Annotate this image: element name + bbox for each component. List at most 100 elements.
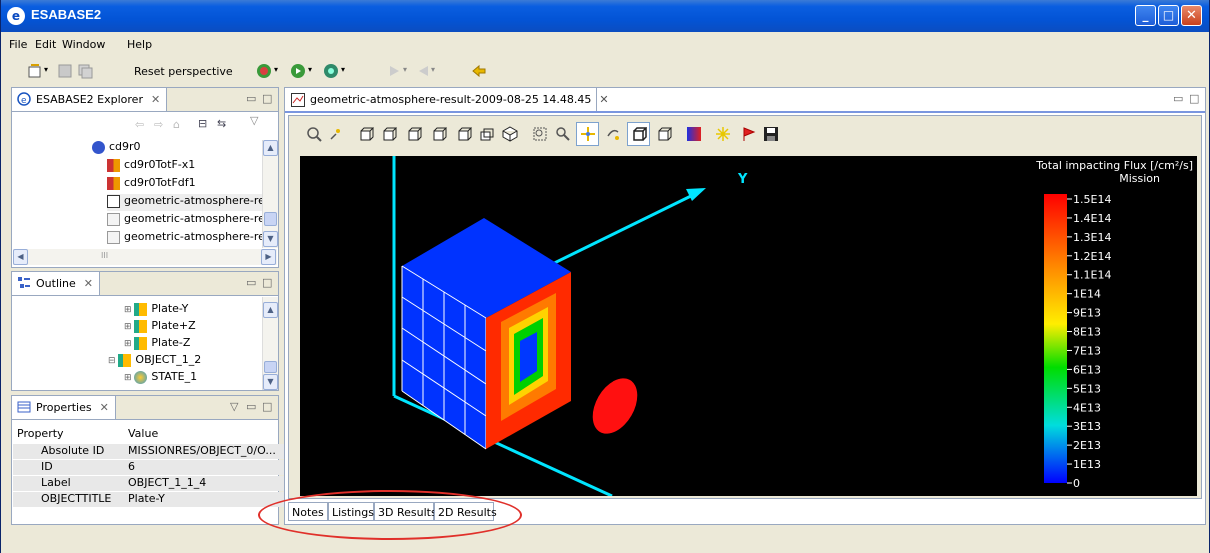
zoom-box-icon[interactable]: [555, 126, 571, 142]
explorer-tab[interactable]: e ESABASE2 Explorer ✕: [12, 88, 168, 112]
view-menu-icon[interactable]: ▽: [250, 114, 258, 127]
outline-tab[interactable]: Outline ✕: [12, 272, 101, 296]
editor-close-icon[interactable]: ✕: [599, 93, 608, 106]
view-iso-icon[interactable]: [502, 126, 518, 142]
outline-close-icon[interactable]: ✕: [84, 277, 93, 290]
link-editor-icon[interactable]: ⇆: [217, 117, 226, 130]
chart-file-icon: [107, 194, 120, 208]
tree-item[interactable]: cd9r0: [92, 140, 141, 157]
scroll-down-icon[interactable]: ▼: [263, 231, 278, 247]
flag-icon[interactable]: [741, 126, 757, 142]
save-all-icon[interactable]: [77, 63, 93, 79]
outline-item[interactable]: ⊞ STATE_1: [124, 370, 197, 387]
3d-canvas[interactable]: Y Total impacting Flux [/cm²/s] Mission …: [300, 156, 1197, 496]
expand-icon[interactable]: ⊞: [124, 305, 134, 315]
properties-tab[interactable]: Properties ✕: [12, 396, 116, 420]
scroll-right-icon[interactable]: ▶: [261, 249, 276, 265]
maximize-button[interactable]: □: [1158, 5, 1179, 26]
editor-tab[interactable]: geometric-atmosphere-result-2009-08-25 1…: [285, 88, 609, 111]
wireframe-button-active[interactable]: [627, 122, 650, 146]
menu-help[interactable]: Help: [127, 38, 152, 51]
next-annotation-icon[interactable]: [415, 63, 431, 79]
tree-item-selected[interactable]: geometric-atmosphere-resu: [107, 194, 278, 211]
outline-item[interactable]: ⊞ Plate+Z: [124, 319, 196, 336]
view-bottom-icon[interactable]: [479, 126, 495, 142]
back-icon[interactable]: ⇦: [135, 118, 144, 131]
scroll-thumb[interactable]: [264, 212, 277, 226]
forward-icon[interactable]: ⇨: [154, 118, 163, 131]
home-icon[interactable]: ⌂: [173, 118, 180, 131]
property-row[interactable]: OBJECTTITLE Plate-Y: [13, 492, 289, 507]
pan-button-active[interactable]: [576, 122, 599, 146]
run-icon[interactable]: [256, 63, 272, 79]
solid-icon[interactable]: [656, 126, 672, 142]
outline-item[interactable]: ⊞ Plate-Z: [124, 336, 190, 353]
tree-item[interactable]: geometric-atmosphere-resu: [107, 212, 278, 229]
column-header-property[interactable]: Property: [17, 427, 64, 440]
tree-item[interactable]: cd9r0TotFdf1: [107, 176, 196, 193]
editor-maximize-icon[interactable]: □: [1189, 92, 1199, 105]
new-dropdown-icon[interactable]: ▾: [44, 65, 48, 74]
explorer-hscrollbar[interactable]: ◀ III ▶: [13, 249, 277, 265]
external-dropdown-icon[interactable]: ▾: [341, 65, 345, 74]
view-top-icon[interactable]: [456, 126, 472, 142]
property-row[interactable]: ID 6: [13, 460, 289, 475]
property-row[interactable]: Label OBJECT_1_1_4: [13, 476, 289, 491]
fit-icon[interactable]: [532, 126, 548, 142]
prev-dropdown-icon[interactable]: ▾: [403, 65, 407, 74]
editor-minimize-icon[interactable]: ▭: [1173, 92, 1183, 105]
prev-annotation-icon[interactable]: [387, 63, 403, 79]
view-front-icon[interactable]: [358, 126, 374, 142]
back-arrow-icon[interactable]: [471, 63, 487, 79]
minimize-button[interactable]: _: [1135, 5, 1156, 26]
scroll-left-icon[interactable]: ◀: [13, 249, 28, 265]
reset-perspective-button[interactable]: Reset perspective: [134, 65, 233, 78]
menu-file[interactable]: File: [9, 38, 27, 51]
scroll-up-icon[interactable]: ▲: [263, 140, 278, 156]
outline-item[interactable]: ⊞ Plate-Y: [124, 302, 188, 319]
color-scale-icon[interactable]: [686, 126, 702, 142]
column-header-value[interactable]: Value: [128, 427, 158, 440]
external-tools-icon[interactable]: [323, 63, 339, 79]
scroll-up-icon[interactable]: ▲: [263, 302, 278, 318]
tree-item[interactable]: cd9r0TotF-x1: [107, 158, 195, 175]
collapse-all-icon[interactable]: ⊟: [198, 117, 207, 130]
properties-close-icon[interactable]: ✕: [100, 401, 109, 414]
view-right-icon[interactable]: [431, 126, 447, 142]
outline-maximize-icon[interactable]: □: [262, 276, 272, 289]
outline-minimize-icon[interactable]: ▭: [246, 276, 256, 289]
zoom-icon[interactable]: [306, 126, 322, 142]
explorer-vscrollbar[interactable]: ▲ ▼: [262, 140, 278, 248]
run-dropdown-icon[interactable]: ▾: [274, 65, 278, 74]
export-save-icon[interactable]: [763, 126, 779, 142]
collapse-icon[interactable]: ⊟: [108, 356, 118, 366]
property-row[interactable]: Absolute ID MISSIONRES/OBJECT_0/O...: [13, 444, 289, 459]
expand-icon[interactable]: ⊞: [124, 339, 134, 349]
menu-window[interactable]: Window: [62, 38, 105, 51]
next-dropdown-icon[interactable]: ▾: [431, 65, 435, 74]
new-icon[interactable]: [27, 63, 43, 79]
pick-icon[interactable]: [328, 126, 344, 142]
tree-item[interactable]: geometric-atmosphere-resu: [107, 230, 278, 247]
explorer-minimize-icon[interactable]: ▭: [246, 92, 256, 105]
expand-icon[interactable]: ⊞: [124, 322, 134, 332]
properties-maximize-icon[interactable]: □: [262, 400, 272, 413]
rotate-icon[interactable]: [605, 126, 621, 142]
save-icon[interactable]: [57, 63, 73, 79]
view-back-icon[interactable]: [381, 126, 397, 142]
scroll-down-icon[interactable]: ▼: [263, 374, 278, 390]
expand-icon[interactable]: ⊞: [124, 373, 134, 383]
debug-dropdown-icon[interactable]: ▾: [308, 65, 312, 74]
outline-vscrollbar[interactable]: ▲ ▼: [262, 297, 278, 390]
scroll-thumb[interactable]: [264, 361, 277, 373]
explorer-maximize-icon[interactable]: □: [262, 92, 272, 105]
debug-icon[interactable]: [290, 63, 306, 79]
properties-minimize-icon[interactable]: ▭: [246, 400, 256, 413]
light-icon[interactable]: [715, 126, 731, 142]
explorer-close-icon[interactable]: ✕: [151, 93, 160, 106]
view-left-icon[interactable]: [406, 126, 422, 142]
properties-menu-icon[interactable]: ▽: [230, 400, 238, 413]
close-button[interactable]: ✕: [1181, 5, 1202, 26]
menu-edit[interactable]: Edit: [35, 38, 56, 51]
outline-item[interactable]: ⊟ OBJECT_1_2: [108, 353, 201, 370]
